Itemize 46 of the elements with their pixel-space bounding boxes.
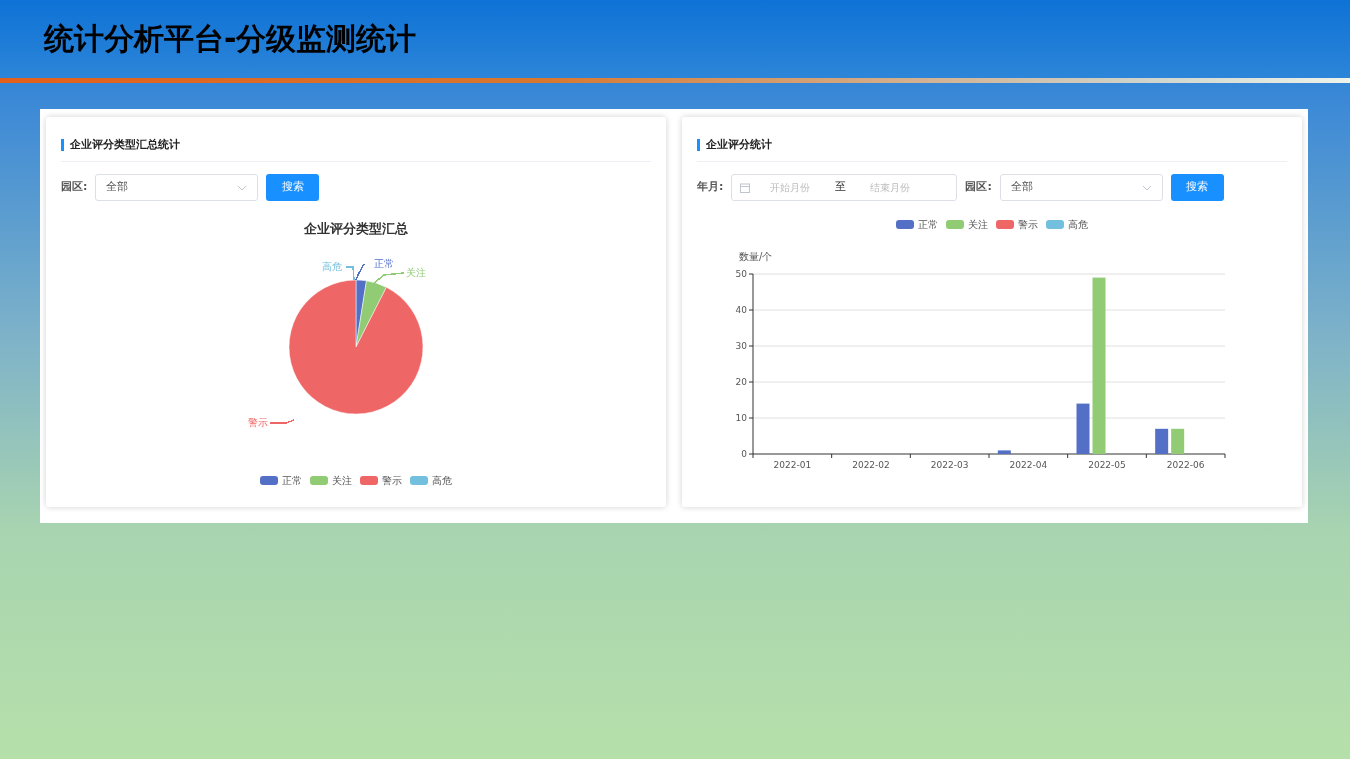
tick-label: 2022-05	[1088, 460, 1126, 470]
tick-label: 2022-04	[1009, 460, 1048, 470]
legend-swatch[interactable]	[360, 475, 378, 485]
legend-swatch[interactable]	[996, 220, 1014, 229]
legend-label[interactable]: 高危	[432, 472, 452, 488]
slide-title: 统计分析平台-分级监测统计	[44, 21, 417, 57]
tick-label: 20	[735, 377, 747, 387]
legend-label[interactable]: 关注	[968, 217, 988, 232]
tick-label: 0	[741, 449, 747, 459]
date-range-field[interactable]: 开始月份 至 结束月份	[731, 174, 958, 201]
tick-label: 10	[735, 413, 747, 423]
caret-icon	[237, 184, 248, 191]
slice-label: 警示	[248, 416, 268, 428]
tick-label: 50	[735, 269, 747, 279]
legend-swatch[interactable]	[410, 475, 428, 485]
legend-swatch[interactable]	[1046, 220, 1064, 229]
panel-title: 企业评分类型汇总统计	[61, 139, 651, 151]
calendar-icon	[740, 182, 751, 193]
axis-title: 数量/个	[739, 251, 773, 262]
filter-label: 年月:	[697, 179, 724, 196]
select-field[interactable]: 全部	[999, 174, 1163, 201]
select-field[interactable]: 全部	[95, 174, 259, 201]
tick-label: 2022-02	[852, 460, 890, 470]
chart-title: 企业评分类型汇总	[303, 220, 409, 238]
panel-title: 企业评分统计	[697, 139, 1287, 151]
caret-icon	[1141, 184, 1152, 191]
tick-label: 2022-06	[1166, 460, 1205, 470]
legend-swatch[interactable]	[946, 220, 964, 229]
slice-label: 高危	[322, 260, 342, 272]
legend-label[interactable]: 关注	[332, 472, 352, 488]
legend-swatch[interactable]	[896, 220, 914, 229]
legend-label[interactable]: 高危	[1068, 217, 1088, 232]
legend-swatch[interactable]	[260, 475, 278, 485]
legend-swatch[interactable]	[310, 475, 328, 485]
tick-label: 30	[735, 341, 747, 351]
tick-label: 2022-01	[773, 460, 812, 470]
slice-label: 关注	[406, 266, 426, 278]
legend-label[interactable]: 正常	[282, 472, 302, 488]
filter-label: 园区:	[61, 179, 88, 196]
slice-label: 正常	[374, 257, 394, 269]
filter-label: 园区:	[965, 179, 992, 196]
legend-label[interactable]: 警示	[382, 472, 402, 488]
tick-label: 2022-03	[930, 460, 969, 470]
legend-label[interactable]: 警示	[1018, 217, 1038, 232]
legend-label[interactable]: 正常	[918, 217, 938, 232]
tick-label: 40	[735, 305, 747, 315]
